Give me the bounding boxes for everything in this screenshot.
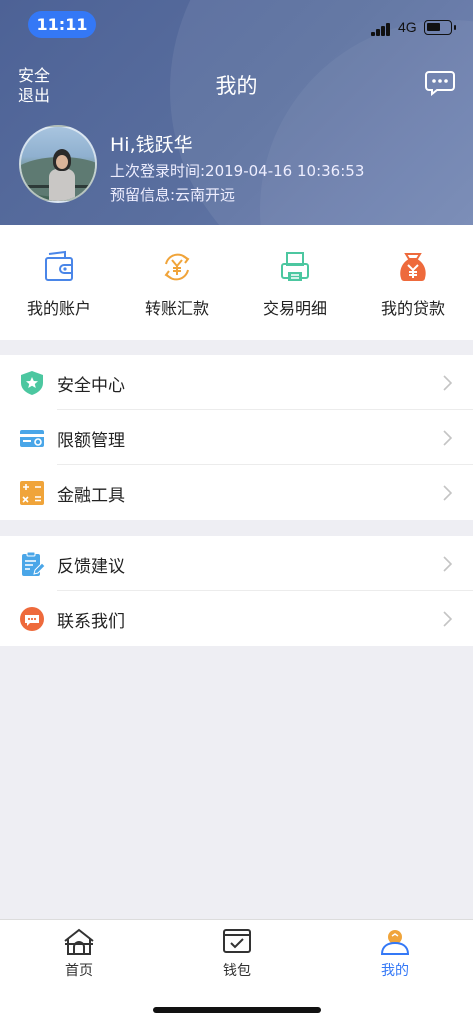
menu-group-support: 反馈建议 联系我们 xyxy=(0,536,473,646)
tab-home[interactable]: 首页 xyxy=(0,920,158,990)
chevron-right-icon xyxy=(442,375,453,391)
tab-wallet[interactable]: 钱包 xyxy=(158,920,316,990)
status-bar: 11:11 4G xyxy=(0,0,473,48)
page-title: 我的 xyxy=(215,74,258,98)
quick-action-label: 交易明细 xyxy=(262,299,327,318)
tab-label: 首页 xyxy=(65,963,93,979)
menu-item-feedback[interactable]: 反馈建议 xyxy=(0,536,473,591)
menu-item-security-center[interactable]: 安全中心 xyxy=(0,355,473,410)
wallet-check-icon xyxy=(221,928,253,956)
menu-item-label: 安全中心 xyxy=(57,376,125,396)
user-icon xyxy=(379,928,411,956)
menu-item-limit-management[interactable]: 限额管理 xyxy=(0,410,473,465)
shield-icon xyxy=(19,370,45,396)
menu-group-settings: 安全中心 限额管理 金融工具 xyxy=(0,355,473,520)
clipboard-edit-icon xyxy=(19,551,46,577)
menu-item-label: 限额管理 xyxy=(57,431,125,451)
printer-icon xyxy=(279,250,311,284)
tab-mine[interactable]: 我的 xyxy=(316,920,473,990)
chat-bubble-icon[interactable] xyxy=(425,70,455,97)
menu-item-label: 联系我们 xyxy=(57,612,125,632)
chevron-right-icon xyxy=(442,485,453,501)
calculator-icon xyxy=(19,480,45,506)
yuan-transfer-icon xyxy=(161,250,193,284)
chevron-right-icon xyxy=(442,556,453,572)
home-icon xyxy=(63,928,95,956)
quick-action-label: 我的贷款 xyxy=(380,299,445,318)
reserved-info: 预留信息:云南开远 xyxy=(110,186,236,204)
status-time: 11:11 xyxy=(28,11,96,38)
quick-action-label: 转账汇款 xyxy=(144,299,209,318)
quick-action-transfer[interactable]: 转账汇款 xyxy=(118,225,236,340)
quick-action-my-account[interactable]: 我的账户 xyxy=(0,225,118,340)
menu-item-label: 金融工具 xyxy=(57,486,125,506)
tab-label: 钱包 xyxy=(223,963,251,979)
quick-action-transactions[interactable]: 交易明细 xyxy=(236,225,354,340)
quick-action-label: 我的账户 xyxy=(26,299,91,318)
chat-circle-icon xyxy=(19,606,45,632)
network-label: 4G xyxy=(398,19,417,35)
menu-item-financial-tools[interactable]: 金融工具 xyxy=(0,465,473,520)
chevron-right-icon xyxy=(442,611,453,627)
signal-icon xyxy=(371,23,393,36)
wallet-icon xyxy=(43,250,75,284)
quick-action-my-loans[interactable]: 我的贷款 xyxy=(354,225,472,340)
last-login-time: 上次登录时间:2019-04-16 10:36:53 xyxy=(110,162,365,180)
card-settings-icon xyxy=(19,425,45,451)
avatar[interactable] xyxy=(19,125,97,203)
quick-actions: 我的账户 转账汇款 交易明细 我的贷款 xyxy=(0,225,473,340)
tab-label: 我的 xyxy=(381,963,409,979)
battery-icon xyxy=(424,20,456,35)
chevron-right-icon xyxy=(442,430,453,446)
menu-item-contact-us[interactable]: 联系我们 xyxy=(0,591,473,646)
money-bag-icon xyxy=(397,250,429,284)
menu-item-label: 反馈建议 xyxy=(57,557,125,577)
user-greeting: Hi,钱跃华 xyxy=(110,134,193,156)
profile-header: 11:11 4G 安全退出 我的 Hi,钱跃华 上次登录时间:2019-04-1… xyxy=(0,0,473,225)
home-indicator xyxy=(153,1007,321,1013)
